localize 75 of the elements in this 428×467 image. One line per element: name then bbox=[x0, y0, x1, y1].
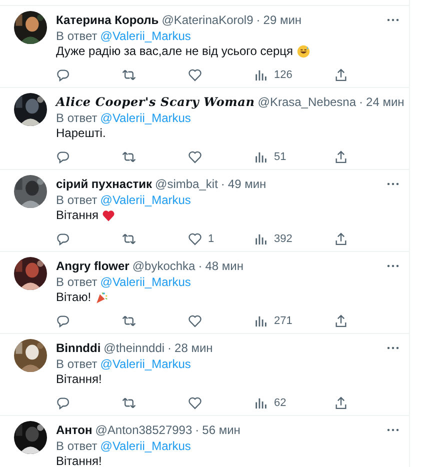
post-text: Нарешті. bbox=[56, 126, 106, 140]
reply-icon[interactable] bbox=[56, 396, 70, 410]
user-name[interactable]: Катерина Король bbox=[56, 12, 159, 26]
more-icon[interactable] bbox=[387, 182, 399, 186]
view-count: 51 bbox=[274, 151, 286, 163]
reply-label: В ответ bbox=[56, 192, 98, 206]
user-handle[interactable]: @Krasa_Nebesna bbox=[258, 94, 356, 108]
reply-label: В ответ bbox=[56, 274, 98, 288]
bar-chart-icon[interactable] bbox=[254, 314, 268, 328]
more-icon[interactable] bbox=[387, 346, 399, 350]
heart-outline-icon[interactable] bbox=[188, 396, 202, 410]
repost-icon[interactable] bbox=[122, 396, 136, 410]
heart-outline-icon[interactable] bbox=[188, 232, 202, 246]
user-handle[interactable]: @simba_kit bbox=[155, 176, 218, 190]
more-icon[interactable] bbox=[387, 264, 399, 268]
user-name[interactable]: Антон bbox=[56, 422, 92, 436]
bar-chart-icon[interactable] bbox=[254, 68, 268, 82]
separator-dot: · bbox=[198, 258, 202, 272]
party-popper-icon bbox=[95, 290, 108, 304]
share-icon[interactable] bbox=[334, 150, 348, 164]
reply-icon[interactable] bbox=[56, 150, 70, 164]
repost-icon[interactable] bbox=[122, 314, 136, 328]
heart-outline-icon[interactable] bbox=[188, 150, 202, 164]
view-count: 62 bbox=[274, 397, 286, 409]
separator-dot: · bbox=[168, 340, 172, 354]
post-time[interactable]: 24 мин bbox=[366, 94, 404, 108]
post-text: Вітання! bbox=[56, 372, 102, 386]
user-name[interactable]: Angry flower bbox=[56, 258, 130, 272]
post-time[interactable]: 48 мин bbox=[205, 258, 244, 272]
post-time[interactable]: 29 мин bbox=[263, 12, 302, 26]
reply-label: В ответ bbox=[56, 28, 98, 42]
like-count: 1 bbox=[208, 233, 214, 245]
share-icon[interactable] bbox=[334, 68, 348, 82]
separator-dot: · bbox=[220, 176, 225, 190]
separator-dot: · bbox=[359, 94, 364, 108]
heart-outline-icon[interactable] bbox=[188, 68, 202, 82]
smiley-icon bbox=[297, 44, 310, 58]
reply-icon[interactable] bbox=[56, 68, 70, 82]
view-count: 392 bbox=[274, 233, 292, 245]
repost-icon[interactable] bbox=[122, 150, 136, 164]
heart-outline-icon[interactable] bbox=[188, 314, 202, 328]
share-icon[interactable] bbox=[334, 232, 348, 246]
repost-icon[interactable] bbox=[122, 68, 136, 82]
user-handle[interactable]: @theinnddi bbox=[104, 340, 165, 354]
separator-dot: · bbox=[195, 422, 200, 436]
heart-icon bbox=[102, 208, 116, 222]
more-icon[interactable] bbox=[387, 18, 399, 22]
user-name[interactable]: сірий пухнастик bbox=[56, 176, 152, 190]
more-icon[interactable] bbox=[387, 428, 399, 432]
post-text: Вітання! bbox=[56, 454, 102, 467]
post-text: Вітаю! bbox=[56, 290, 92, 304]
reply-label: В ответ bbox=[56, 356, 98, 370]
user-handle[interactable]: @bykochka bbox=[132, 258, 196, 272]
view-count: 271 bbox=[274, 315, 292, 327]
user-name[interactable]: Binnddi bbox=[56, 340, 101, 354]
repost-icon[interactable] bbox=[122, 232, 136, 246]
post-text: Вітання bbox=[56, 208, 98, 222]
user-name[interactable]: Alice Cooper's Scary Woman bbox=[56, 94, 255, 108]
bar-chart-icon[interactable] bbox=[254, 396, 268, 410]
reply-icon[interactable] bbox=[56, 232, 70, 246]
user-handle[interactable]: @KaterinaKorol9 bbox=[162, 12, 254, 26]
share-icon[interactable] bbox=[334, 396, 348, 410]
user-handle[interactable]: @Anton38527993 bbox=[95, 422, 192, 436]
bar-chart-icon[interactable] bbox=[254, 150, 268, 164]
reply-label: В ответ bbox=[56, 110, 98, 124]
share-icon[interactable] bbox=[334, 314, 348, 328]
post-text: Дуже радію за вас,але не від усього серця bbox=[56, 44, 293, 58]
separator-dot: · bbox=[256, 12, 260, 26]
bar-chart-icon[interactable] bbox=[254, 232, 268, 246]
reply-icon[interactable] bbox=[56, 314, 70, 328]
reply-label: В ответ bbox=[56, 438, 98, 452]
view-count: 126 bbox=[274, 69, 292, 81]
post-time[interactable]: 56 мин bbox=[202, 422, 240, 436]
post-time[interactable]: 49 мин bbox=[228, 176, 266, 190]
post-time[interactable]: 28 мин bbox=[174, 340, 213, 354]
